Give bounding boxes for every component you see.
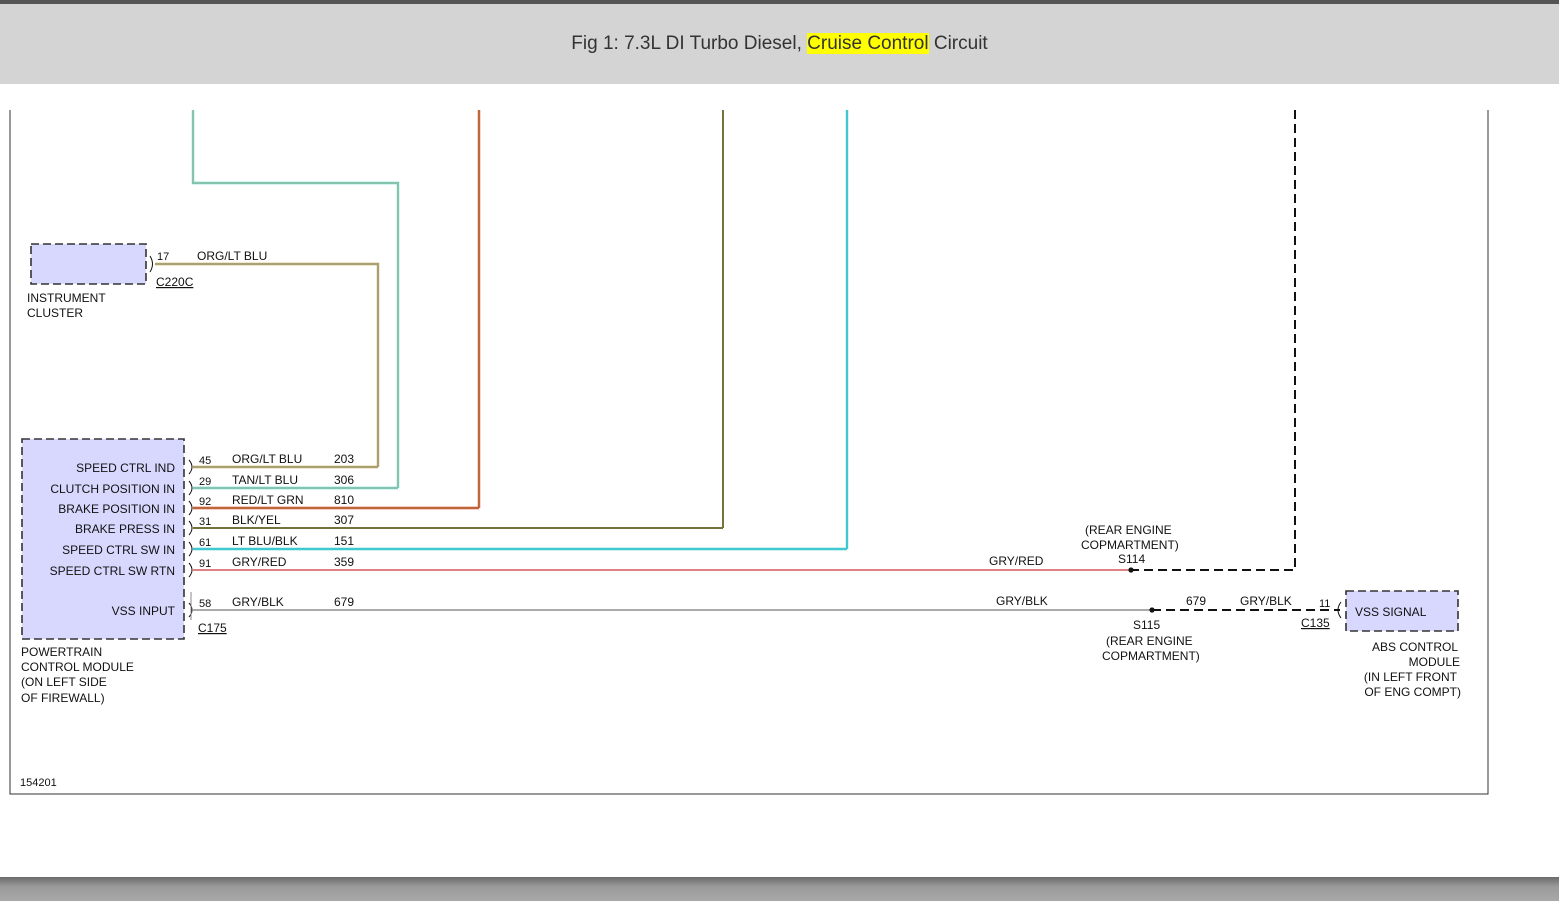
- pcm-circuit-number: 679: [334, 595, 354, 609]
- pcm-pin-number: 29: [199, 476, 211, 488]
- s115-location-1: (REAR ENGINE: [1106, 634, 1193, 648]
- abs-connector: C135: [1301, 616, 1330, 630]
- instrument-cluster-label-1: INSTRUMENT: [27, 291, 106, 305]
- pcm-pin-number: 92: [199, 496, 211, 508]
- pcm-pin-connector-symbol: [188, 500, 193, 516]
- s114-location-2: COPMARTMENT): [1081, 538, 1179, 552]
- pcm-wire-color: GRY/BLK: [232, 595, 284, 609]
- pcm-circuit-name: VSS INPUT: [112, 604, 176, 618]
- pcm-wire-color: BLK/YEL: [232, 513, 281, 527]
- s114-wire-label: GRY/RED: [989, 554, 1044, 568]
- splice-s115-dot: [1149, 607, 1155, 613]
- abs-label-1: ABS CONTROL: [1372, 640, 1458, 654]
- splice-s114-dot: [1128, 567, 1134, 573]
- abs-box-label: VSS SIGNAL: [1355, 605, 1427, 619]
- pcm-circuit-name: CLUTCH POSITION IN: [50, 482, 175, 496]
- instrument-cluster-wire: ORG/LT BLU: [197, 249, 267, 263]
- pcm-pin-connector-symbol: [188, 480, 193, 496]
- instrument-cluster-box: [30, 243, 147, 285]
- abs-pin: 11: [1319, 598, 1330, 610]
- figure-id: 154201: [20, 777, 57, 789]
- pcm-wire-color: RED/LT GRN: [232, 493, 304, 507]
- pcm-label-1: POWERTRAIN: [21, 645, 102, 659]
- pcm-circuit-number: 203: [334, 452, 354, 466]
- s115-circuit: 679: [1186, 594, 1206, 608]
- pcm-circuit-number: 151: [334, 534, 354, 548]
- s115-wire-label: GRY/BLK: [996, 594, 1048, 608]
- pcm-label-2: CONTROL MODULE: [21, 660, 134, 674]
- pcm-circuit-name: BRAKE PRESS IN: [75, 522, 175, 536]
- s115-location-2: COPMARTMENT): [1102, 649, 1200, 663]
- pcm-label-3: (ON LEFT SIDE: [21, 675, 107, 689]
- pcm-pin-connector-symbol: [188, 459, 193, 475]
- wire-s114-dashed: [1131, 110, 1296, 571]
- pcm-wire-color: GRY/RED: [232, 555, 287, 569]
- abs-label-3: (IN LEFT FRONT: [1364, 670, 1458, 684]
- pcm-circuit-name: SPEED CTRL SW RTN: [50, 564, 175, 578]
- abs-label-4: OF ENG COMPT): [1364, 685, 1461, 699]
- wiring-diagram: 17 ORG/LT BLU C220C INSTRUMENT CLUSTER S…: [9, 110, 1489, 795]
- pcm-circuit-number: 307: [334, 513, 354, 527]
- pcm-pin-number: 58: [199, 598, 211, 610]
- pcm-wire-color: ORG/LT BLU: [232, 452, 302, 466]
- s114-id: S114: [1118, 552, 1145, 566]
- pcm-circuit-name: BRAKE POSITION IN: [58, 502, 175, 516]
- pcm-pin-connector-symbol: [188, 562, 193, 578]
- wire-org-lt-blu-upper: [191, 110, 400, 488]
- instrument-cluster-pin: 17: [157, 251, 169, 263]
- wire-instrument-cluster: [155, 262, 380, 467]
- pcm-pin-number: 91: [199, 558, 211, 570]
- pcm-circuit-number: 359: [334, 555, 354, 569]
- instrument-cluster-label-2: CLUSTER: [27, 306, 83, 320]
- bottom-scroll-bar: [0, 877, 1559, 901]
- pcm-pin-number: 45: [199, 455, 211, 467]
- pcm-label-4: OF FIREWALL): [21, 691, 105, 705]
- pcm-wire-color: TAN/LT BLU: [232, 473, 298, 487]
- abs-label-2: MODULE: [1409, 655, 1460, 669]
- pcm-pin-number: 61: [199, 537, 211, 549]
- pcm-pin-number: 31: [199, 516, 211, 528]
- pcm-circuit-name: SPEED CTRL SW IN: [62, 543, 175, 557]
- instrument-cluster-connector: C220C: [156, 275, 194, 289]
- pcm-connector: C175: [198, 621, 227, 635]
- instrument-cluster-connector-symbol: [149, 255, 153, 273]
- pcm-circuit-number: 306: [334, 473, 354, 487]
- pcm-wire-color: LT BLU/BLK: [232, 534, 298, 548]
- pcm-circuit-name: SPEED CTRL IND: [76, 461, 175, 475]
- pcm-pin-connector-symbol: [188, 541, 193, 557]
- pcm-pin-connector-symbol: [188, 520, 193, 536]
- s115-id: S115: [1133, 618, 1160, 632]
- s114-location-1: (REAR ENGINE: [1085, 523, 1172, 537]
- pcm-circuit-number: 810: [334, 493, 354, 507]
- s115-wire-label-right: GRY/BLK: [1240, 594, 1292, 608]
